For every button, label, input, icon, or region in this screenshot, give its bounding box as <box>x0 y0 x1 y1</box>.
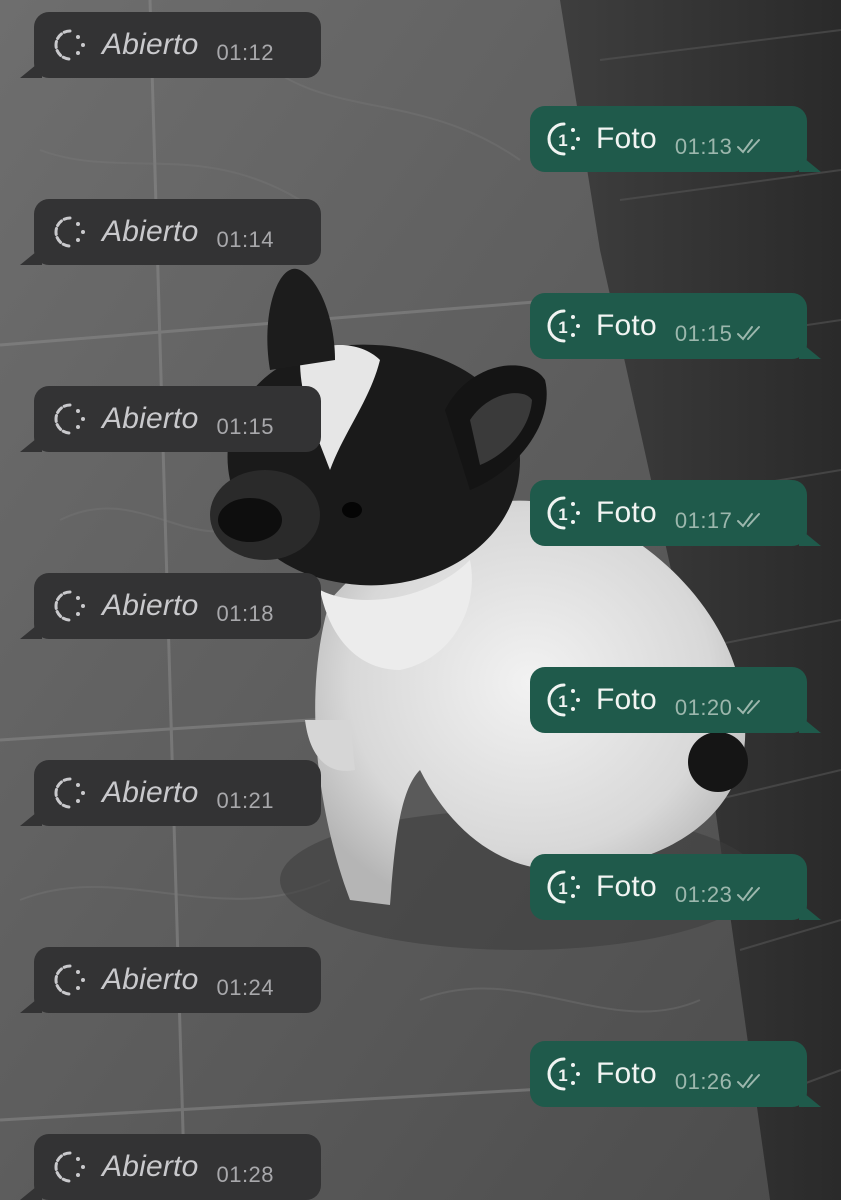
message-time: 01:20 <box>674 694 733 720</box>
message-time: 01:21 <box>216 788 275 813</box>
message-label: Abierto <box>102 1150 199 1183</box>
message-label: Abierto <box>102 589 199 622</box>
message-time: 01:28 <box>216 1162 275 1187</box>
message-label: Foto <box>596 308 657 342</box>
outgoing-message-bubble[interactable]: 1 Foto 01:17 <box>530 479 821 546</box>
outgoing-message-bubble[interactable]: 1 Foto 01:13 <box>530 105 821 172</box>
read-double-check-icon <box>737 1073 761 1089</box>
incoming-message-bubble[interactable]: Abierto 01:18 <box>20 573 321 639</box>
message-label: Abierto <box>102 28 199 61</box>
message-time: 01:26 <box>674 1068 733 1094</box>
message-label: Foto <box>596 682 657 716</box>
outgoing-message-bubble[interactable]: 1 Foto 01:15 <box>530 292 821 359</box>
message-time: 01:24 <box>216 975 275 1000</box>
message-time: 01:23 <box>674 881 733 907</box>
view-once-photo-icon: 1 <box>547 496 580 529</box>
read-double-check-icon <box>737 138 761 154</box>
view-once-open-icon <box>54 777 85 809</box>
view-once-photo-icon: 1 <box>547 870 580 903</box>
incoming-message-bubble[interactable]: Abierto 01:28 <box>20 1134 321 1200</box>
chat-message-list[interactable]: Abierto 01:12 1 Foto 01:13 Abierto 01:14… <box>0 0 841 1200</box>
view-once-open-icon <box>54 1151 85 1183</box>
incoming-message-bubble[interactable]: Abierto 01:12 <box>20 12 321 78</box>
incoming-message-bubble[interactable]: Abierto 01:14 <box>20 199 321 265</box>
message-time: 01:14 <box>216 227 275 252</box>
message-time: 01:12 <box>216 40 275 65</box>
outgoing-message-bubble[interactable]: 1 Foto 01:20 <box>530 666 821 733</box>
view-once-photo-icon: 1 <box>547 1057 580 1090</box>
message-time: 01:18 <box>216 601 275 626</box>
view-once-open-icon <box>54 29 85 61</box>
outgoing-message-bubble[interactable]: 1 Foto 01:26 <box>530 1040 821 1107</box>
read-double-check-icon <box>737 325 761 341</box>
message-label: Abierto <box>102 776 199 809</box>
message-time: 01:15 <box>674 320 733 346</box>
svg-text:1: 1 <box>558 131 567 150</box>
message-time: 01:13 <box>674 133 733 159</box>
message-label: Foto <box>596 495 657 529</box>
read-double-check-icon <box>737 699 761 715</box>
view-once-photo-icon: 1 <box>547 122 580 155</box>
incoming-message-bubble[interactable]: Abierto 01:21 <box>20 760 321 826</box>
message-label: Foto <box>596 869 657 903</box>
message-time: 01:17 <box>674 507 733 533</box>
svg-text:1: 1 <box>558 692 567 711</box>
message-label: Abierto <box>102 215 199 248</box>
svg-text:1: 1 <box>558 505 567 524</box>
message-label: Abierto <box>102 963 199 996</box>
message-label: Foto <box>596 121 657 155</box>
svg-text:1: 1 <box>558 318 567 337</box>
message-time: 01:15 <box>216 414 275 439</box>
view-once-open-icon <box>54 403 85 435</box>
view-once-open-icon <box>54 964 85 996</box>
incoming-message-bubble[interactable]: Abierto 01:15 <box>20 386 321 452</box>
view-once-open-icon <box>54 590 85 622</box>
view-once-photo-icon: 1 <box>547 309 580 342</box>
svg-text:1: 1 <box>558 879 567 898</box>
read-double-check-icon <box>737 512 761 528</box>
view-once-open-icon <box>54 216 85 248</box>
svg-text:1: 1 <box>558 1066 567 1085</box>
message-label: Foto <box>596 1056 657 1090</box>
message-label: Abierto <box>102 402 199 435</box>
incoming-message-bubble[interactable]: Abierto 01:24 <box>20 947 321 1013</box>
read-double-check-icon <box>737 886 761 902</box>
outgoing-message-bubble[interactable]: 1 Foto 01:23 <box>530 853 821 920</box>
view-once-photo-icon: 1 <box>547 683 580 716</box>
